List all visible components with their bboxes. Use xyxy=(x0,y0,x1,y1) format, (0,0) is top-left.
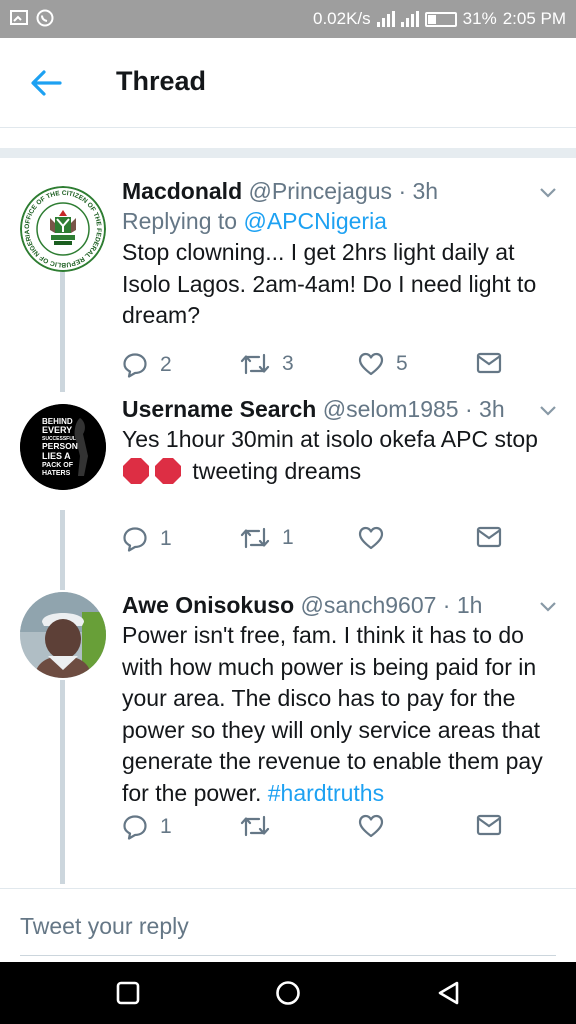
battery-percent: 31% xyxy=(462,9,497,28)
clock: 2:05 PM xyxy=(502,9,566,28)
section-divider xyxy=(0,128,576,158)
replying-to-handle[interactable]: @APCNigeria xyxy=(243,208,387,234)
author-handle[interactable]: @Princejagus xyxy=(249,178,393,204)
hashtag-link[interactable]: #hardtruths xyxy=(268,780,384,806)
back-arrow-icon[interactable] xyxy=(30,69,62,97)
chevron-down-icon[interactable] xyxy=(540,602,556,612)
avatar[interactable]: BEHIND EVERY SUCCESSFUL PERSON LIES A PA… xyxy=(20,404,106,490)
stop-sign-emoji-icon xyxy=(155,457,181,484)
profile-photo-icon xyxy=(20,592,106,678)
home-icon[interactable] xyxy=(275,980,301,1006)
coat-of-arms-icon: OFFICE OF THE CITIZEN OF THE FEDERAL REP… xyxy=(20,186,106,272)
retweet-button[interactable] xyxy=(240,814,270,838)
reply-button[interactable]: 2 xyxy=(122,352,172,378)
status-bar: 0.02K/s 31% 2:05 PM xyxy=(0,0,576,38)
avatar-text-3: PERSON xyxy=(42,441,78,451)
app-header: Thread xyxy=(0,38,576,128)
author-handle[interactable]: @sanch9607 xyxy=(301,592,437,618)
reply-icon xyxy=(123,353,147,378)
hater-quote-avatar-icon: BEHIND EVERY SUCCESSFUL PERSON LIES A PA… xyxy=(20,404,106,490)
tweet-text: Power isn't free, fam. I think it has to… xyxy=(122,620,556,809)
retweet-icon xyxy=(240,353,270,375)
reply-button[interactable]: 1 xyxy=(122,814,172,840)
page-title: Thread xyxy=(116,66,207,96)
tweet[interactable]: BEHIND EVERY SUCCESSFUL PERSON LIES A PA… xyxy=(0,394,576,588)
avatar[interactable] xyxy=(20,592,106,678)
chevron-down-icon[interactable] xyxy=(540,188,556,198)
dm-button[interactable] xyxy=(476,526,502,548)
tweet[interactable]: Awe Onisokuso @sanch9607 · 1h Power isn'… xyxy=(0,588,576,888)
avatar[interactable]: OFFICE OF THE CITIZEN OF THE FEDERAL REP… xyxy=(20,186,106,272)
reply-button[interactable]: 1 xyxy=(122,526,172,552)
heart-icon xyxy=(358,526,384,550)
tweet-text-tail: tweeting dreams xyxy=(192,457,362,484)
tweet-actions: 2 3 5 xyxy=(122,352,556,382)
mail-icon xyxy=(476,352,502,374)
whatsapp-icon xyxy=(36,9,54,27)
author-name[interactable]: Username Search xyxy=(122,396,316,422)
like-button[interactable] xyxy=(358,526,384,550)
tweet-time: · 3h xyxy=(465,396,505,422)
dm-button[interactable] xyxy=(476,352,502,374)
avatar-text-1: EVERY xyxy=(42,425,72,435)
reply-composer: Tweet your reply xyxy=(0,888,576,962)
retweet-icon xyxy=(240,815,270,837)
like-count: 5 xyxy=(396,352,408,375)
author-handle[interactable]: @selom1985 xyxy=(323,396,459,422)
retweet-button[interactable]: 1 xyxy=(240,526,294,550)
replying-to: Replying to @APCNigeria xyxy=(122,206,556,237)
author-name[interactable]: Macdonald xyxy=(122,178,242,204)
thread-list: OFFICE OF THE CITIZEN OF THE FEDERAL REP… xyxy=(0,158,576,888)
reply-icon xyxy=(123,527,147,552)
tweet[interactable]: OFFICE OF THE CITIZEN OF THE FEDERAL REP… xyxy=(0,158,576,394)
dm-button[interactable] xyxy=(476,814,502,836)
system-nav-bar xyxy=(0,962,576,1024)
stop-sign-emoji-icon xyxy=(123,457,149,484)
tweet-text-line: Yes 1hour 30min at isolo okefa APC stop xyxy=(122,426,538,452)
chevron-down-icon[interactable] xyxy=(540,406,556,416)
reply-input[interactable]: Tweet your reply xyxy=(20,913,189,940)
tweet-time: · 3h xyxy=(398,178,439,204)
tweet-actions: 1 xyxy=(122,814,556,844)
retweet-button[interactable]: 3 xyxy=(240,352,294,376)
screenshot-icon xyxy=(10,10,28,25)
reply-icon xyxy=(123,815,147,840)
like-button[interactable] xyxy=(358,814,384,838)
signal-1-icon xyxy=(376,11,395,27)
heart-icon xyxy=(358,352,384,376)
recent-apps-icon[interactable] xyxy=(115,980,141,1006)
tweet-text: Stop clowning... I get 2hrs light daily … xyxy=(122,239,537,328)
avatar-text-4: LIES A xyxy=(42,451,71,461)
tweet-time: · 1h xyxy=(442,592,483,618)
tweet-actions: 1 1 xyxy=(122,526,556,556)
tweet-text: Yes 1hour 30min at isolo okefa APC stop … xyxy=(122,424,556,487)
reply-count: 2 xyxy=(160,353,172,376)
mail-icon xyxy=(476,814,502,836)
author-name[interactable]: Awe Onisokuso xyxy=(122,592,294,618)
avatar-text-5: PACK OF xyxy=(42,462,74,469)
network-speed: 0.02K/s xyxy=(313,9,371,28)
back-triangle-icon[interactable] xyxy=(436,980,462,1006)
avatar-text-6: HATERS xyxy=(42,470,71,477)
reply-input-underline xyxy=(20,955,556,956)
tweet-text-main: Power isn't free, fam. I think it has to… xyxy=(122,622,543,806)
heart-icon xyxy=(358,814,384,838)
retweet-count: 1 xyxy=(282,526,294,549)
mail-icon xyxy=(476,526,502,548)
retweet-icon xyxy=(240,527,270,549)
reply-count: 1 xyxy=(160,815,172,838)
reply-count: 1 xyxy=(160,527,172,550)
battery-icon xyxy=(424,11,457,27)
like-button[interactable]: 5 xyxy=(358,352,408,376)
tweet-text-line: tweeting dreams xyxy=(122,456,556,488)
replying-prefix: Replying to xyxy=(122,208,238,234)
signal-2-icon xyxy=(400,11,419,27)
retweet-count: 3 xyxy=(282,352,294,375)
